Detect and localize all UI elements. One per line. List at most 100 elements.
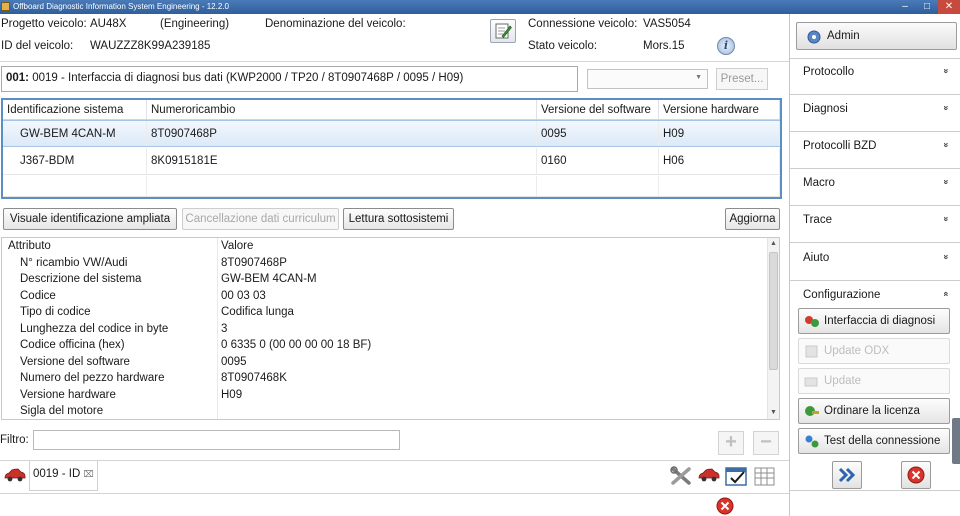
- tab-0019-id[interactable]: 0019 - ID ⌧: [29, 461, 98, 491]
- extended-identification-button[interactable]: Visuale identificazione ampliata: [3, 208, 177, 230]
- attribute-row[interactable]: Codice 00 03 03: [2, 288, 769, 305]
- user-admin-label: Admin: [827, 30, 860, 42]
- remove-filter-button[interactable]: −: [753, 431, 779, 455]
- attribute-row[interactable]: Numero del pezzo hardware 8T0907468K: [2, 370, 769, 387]
- expand-icon: »: [941, 105, 952, 111]
- attribute-row[interactable]: Descrizione del sistema GW-BEM 4CAN-M: [2, 271, 769, 288]
- panel-section-protocolli-bzd[interactable]: Protocolli BZD »: [803, 140, 951, 152]
- scroll-thumb[interactable]: [769, 252, 778, 370]
- attribute-row[interactable]: N° ricambio VW/Audi 8T0907468P: [2, 255, 769, 272]
- vehicle-id-value: WAUZZZ8K99A239185: [90, 40, 211, 52]
- attribute-row[interactable]: Versione hardware H09: [2, 387, 769, 404]
- update-odx-button[interactable]: Update ODX: [798, 338, 950, 364]
- close-session-icon[interactable]: [716, 497, 734, 515]
- attribute-name: Versione hardware: [20, 388, 116, 401]
- exit-icon: [907, 466, 925, 484]
- maximize-icon[interactable]: □: [916, 0, 938, 14]
- table-cell: GW-BEM 4CAN-M: [3, 121, 147, 146]
- subsystem-table-header: Identificazione sistema Numeroricambio Ver…: [3, 100, 780, 120]
- ordinare-la-licenza-button[interactable]: Ordinare la licenza: [798, 398, 950, 424]
- table-cell: 0160: [537, 148, 659, 174]
- tab-close-icon[interactable]: ⌧: [83, 469, 93, 479]
- project-label: Progetto veicolo:: [1, 18, 87, 30]
- attribute-name: Descrizione del sistema: [20, 273, 142, 286]
- filter-label: Filtro:: [0, 434, 29, 446]
- config-button-label: Test della connessione: [824, 435, 941, 447]
- attribute-value: GW-BEM 4CAN-M: [221, 273, 317, 286]
- attribute-row[interactable]: Versione del software 0095: [2, 354, 769, 371]
- add-filter-button[interactable]: +: [718, 431, 744, 455]
- attribute-value: 00 03 03: [221, 289, 266, 302]
- panel-divider: [790, 280, 960, 281]
- table-cell: [147, 176, 537, 196]
- attribute-column-header[interactable]: Attributo: [8, 240, 51, 252]
- forward-button[interactable]: [832, 461, 862, 489]
- attribute-name: Codice: [20, 289, 56, 302]
- column-header[interactable]: Numeroricambio: [147, 100, 537, 119]
- panel-section-diagnosi[interactable]: Diagnosi »: [803, 103, 952, 115]
- expand-icon: »: [941, 179, 952, 185]
- chevron-down-icon: ▼: [695, 74, 702, 81]
- tab-label: 0019 - ID: [33, 468, 81, 480]
- scroll-up-icon[interactable]: ▲: [768, 238, 779, 250]
- column-header[interactable]: Versione del software: [537, 100, 659, 119]
- refresh-button[interactable]: Aggiorna: [725, 208, 780, 230]
- column-header[interactable]: Versione hardware: [659, 100, 780, 119]
- column-header[interactable]: Identificazione sistema: [3, 100, 147, 119]
- vehicle-state-value: Mors.15: [643, 40, 685, 52]
- plus-icon: +: [725, 431, 737, 453]
- config-button-label: Update ODX: [824, 345, 890, 357]
- vehicle-name-label: Denominazione del veicolo:: [265, 18, 406, 30]
- preset-dropdown[interactable]: ▼: [587, 69, 708, 89]
- panel-divider: [790, 205, 960, 206]
- side-dock-handle[interactable]: [952, 418, 960, 464]
- table-row-empty[interactable]: [3, 176, 780, 197]
- attribute-name: Codice officina (hex): [20, 339, 125, 352]
- connection-label: Connessione veicolo:: [528, 18, 638, 30]
- clear-history-button[interactable]: Cancellazione dati curriculum: [182, 208, 339, 230]
- checklist-icon[interactable]: [725, 466, 749, 488]
- scroll-down-icon[interactable]: ▼: [768, 407, 779, 419]
- attribute-name: Tipo di codice: [20, 306, 91, 319]
- vehicle-diagnosis-icon[interactable]: [697, 467, 721, 483]
- vehicle-icon[interactable]: [3, 467, 27, 483]
- header-divider: [0, 61, 789, 62]
- update-button[interactable]: Update: [798, 368, 950, 394]
- tools-icon[interactable]: [670, 466, 692, 486]
- test-della-connessione-button[interactable]: Test della connessione: [798, 428, 950, 454]
- attribute-row[interactable]: Sigla del motore: [2, 403, 769, 419]
- panel-section-aiuto[interactable]: Aiuto »: [803, 252, 951, 264]
- panel-section-configurazione[interactable]: Configurazione «: [803, 289, 951, 301]
- attribute-name: Sigla del motore: [20, 405, 104, 418]
- attribute-row[interactable]: Lunghezza del codice in byte 3: [2, 321, 769, 338]
- exit-button[interactable]: [901, 461, 931, 489]
- panel-section-macro[interactable]: Macro »: [803, 177, 952, 189]
- attribute-row[interactable]: Tipo di codice Codifica lunga: [2, 304, 769, 321]
- read-subsystems-button[interactable]: Lettura sottosistemi: [343, 208, 454, 230]
- minus-icon: −: [760, 431, 772, 453]
- vehicle-id-label: ID del veicolo:: [1, 40, 74, 52]
- attribute-row[interactable]: Codice officina (hex) 0 6335 0 (00 00 00 …: [2, 337, 769, 354]
- user-admin-button[interactable]: Admin: [796, 22, 957, 50]
- preset-button[interactable]: Preset...: [716, 68, 768, 90]
- attribute-value: 8T0907468P: [221, 256, 287, 269]
- panel-section-label: Protocolli BZD: [803, 140, 877, 152]
- table-cell: [537, 176, 659, 196]
- control-unit-title: 001: 0019 - Interfaccia di diagnosi bus …: [1, 66, 578, 92]
- config-button-label: Update: [824, 375, 862, 387]
- filter-input[interactable]: [33, 430, 400, 450]
- control-unit-number: 001:: [6, 72, 30, 84]
- close-window-icon[interactable]: ✕: [938, 0, 960, 14]
- session-tab-bar: 0019 - ID ⌧: [0, 460, 789, 493]
- panel-section-trace[interactable]: Trace »: [803, 214, 951, 226]
- table-row[interactable]: GW-BEM 4CAN-M 8T0907468P 0095 H09: [3, 120, 780, 147]
- edit-vehicle-button[interactable]: [490, 19, 516, 43]
- value-column-header[interactable]: Valore: [221, 240, 253, 252]
- project-mode: (Engineering): [160, 18, 230, 30]
- interfaccia-di-diagnosi-button[interactable]: Interfaccia di diagnosi: [798, 308, 950, 334]
- table-view-icon[interactable]: [753, 466, 777, 488]
- minimize-icon[interactable]: –: [894, 0, 916, 14]
- panel-section-protocollo[interactable]: Protocollo »: [803, 66, 951, 78]
- info-icon[interactable]: i: [717, 37, 735, 55]
- table-row[interactable]: J367-BDM 8K0915181E 0160 H06: [3, 148, 780, 175]
